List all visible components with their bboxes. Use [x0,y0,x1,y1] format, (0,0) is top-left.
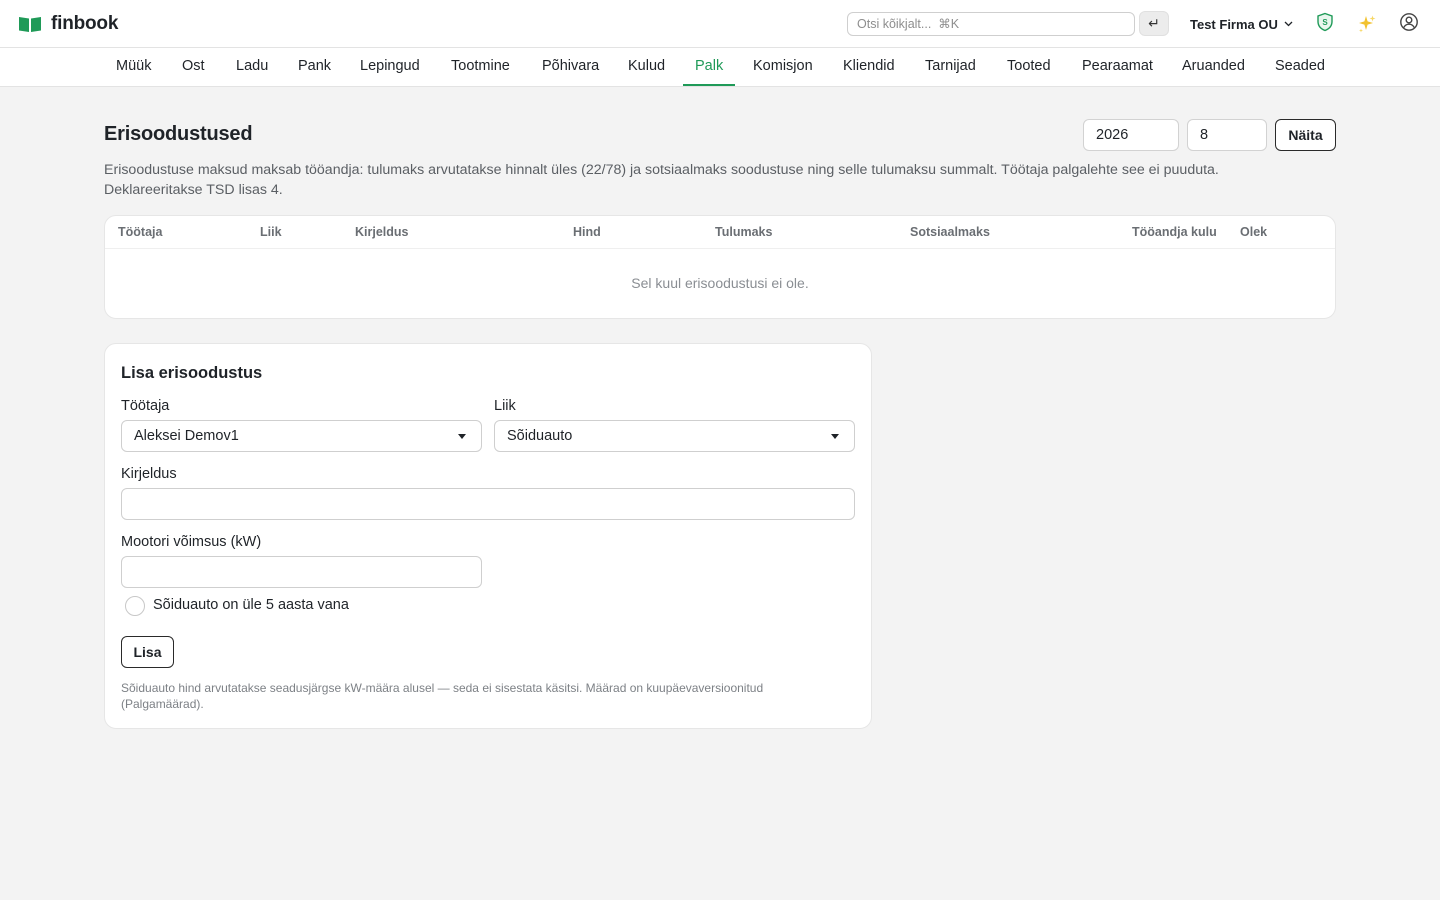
main-nav: Müük Ost Ladu Pank Lepingud Tootmine Põh… [0,48,1440,87]
add-button[interactable]: Lisa [121,636,174,668]
nav-item-palk[interactable]: Palk [683,48,736,86]
sparkle-icon[interactable] [1357,14,1377,34]
type-select[interactable]: Sõiduauto [494,420,855,452]
nav-item-pearaamat[interactable]: Pearaamat [1070,48,1165,86]
nav-item-myyk[interactable]: Müük [104,48,163,86]
employee-label: Töötaja [121,398,170,414]
nav-item-komisjon[interactable]: Komisjon [741,48,825,86]
enter-icon: ↵ [1148,15,1160,31]
column-header-employee[interactable]: Töötaja [118,225,162,239]
month-input[interactable] [1187,119,1267,151]
nav-item-tarnijad[interactable]: Tarnijad [913,48,988,86]
table-header: Töötaja Liik Kirjeldus Hind Tulumaks Sot… [105,216,1335,249]
nav-item-tootmine[interactable]: Tootmine [439,48,522,86]
app-name: finbook [51,13,119,34]
column-header-status[interactable]: Olek [1240,225,1267,239]
nav-item-kulud[interactable]: Kulud [616,48,677,86]
form-title: Lisa erisoodustus [121,364,263,382]
column-header-description[interactable]: Kirjeldus [355,225,409,239]
top-bar: finbook ↵ Test Firma OU S [0,0,1440,48]
column-header-social-tax[interactable]: Sotsiaalmaks [910,225,990,239]
caret-down-icon [458,434,466,439]
description-label: Kirjeldus [121,466,177,482]
older-than-5-years-label[interactable]: Sõiduauto on üle 5 aasta vana [153,597,349,613]
column-header-employer-cost[interactable]: Tööandja kulu [1132,225,1217,239]
nav-item-ladu[interactable]: Ladu [224,48,280,86]
year-input[interactable] [1083,119,1179,151]
user-account-icon[interactable] [1399,12,1419,32]
shield-badge-icon[interactable]: S [1315,12,1335,32]
nav-item-pank[interactable]: Pank [286,48,343,86]
benefits-table: Töötaja Liik Kirjeldus Hind Tulumaks Sot… [104,215,1336,319]
caret-down-icon [831,434,839,439]
global-search-input[interactable] [847,12,1135,36]
shield-letter: S [1322,18,1328,27]
nav-item-seaded[interactable]: Seaded [1263,48,1337,86]
table-empty-state: Sel kuul erisoodustusi ei ole. [631,275,809,291]
column-header-income-tax[interactable]: Tulumaks [715,225,772,239]
nav-item-aruanded[interactable]: Aruanded [1170,48,1257,86]
nav-item-lepingud[interactable]: Lepingud [348,48,432,86]
engine-power-label: Mootori võimsus (kW) [121,534,262,550]
form-hint: Sõiduauto hind arvutatakse seadusjärgse … [121,681,764,711]
nav-item-tooted[interactable]: Tooted [995,48,1063,86]
chevron-down-icon [1284,21,1293,27]
nav-item-kliendid[interactable]: Kliendid [831,48,907,86]
book-logo-icon [19,17,41,32]
company-switcher[interactable]: Test Firma OU [1190,15,1293,33]
employee-select-value: Aleksei Demov1 [134,428,239,444]
add-benefit-form: Lisa erisoodustus Töötaja Aleksei Demov1… [104,343,872,729]
older-than-5-years-checkbox[interactable] [125,596,145,616]
type-select-value: Sõiduauto [507,428,573,444]
company-name: Test Firma OU [1190,16,1278,32]
description-input[interactable] [121,488,855,520]
search-submit-button[interactable]: ↵ [1139,11,1169,36]
page-description: Erisoodustuse maksud maksab tööandja: tu… [104,162,1219,198]
nav-item-ost[interactable]: Ost [170,48,217,86]
type-label: Liik [494,398,516,414]
app-logo[interactable]: finbook [18,12,118,36]
engine-power-input[interactable] [121,556,482,588]
page-title: Erisoodustused [104,123,253,145]
column-header-type[interactable]: Liik [260,225,282,239]
nav-item-pohivara[interactable]: Põhivara [530,48,611,86]
column-header-price[interactable]: Hind [573,225,601,239]
show-button[interactable]: Näita [1275,119,1336,151]
employee-select[interactable]: Aleksei Demov1 [121,420,482,452]
